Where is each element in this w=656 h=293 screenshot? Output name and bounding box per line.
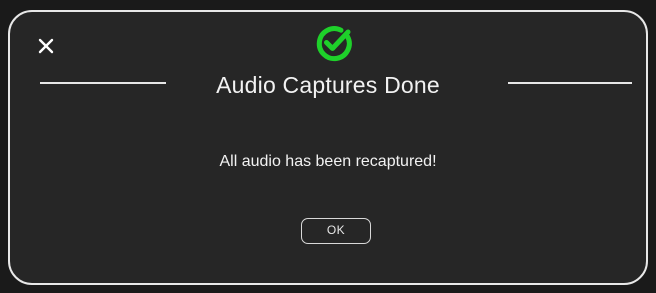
audio-captures-done-dialog: Audio Captures Done All audio has been r… — [8, 10, 648, 285]
title-divider-right — [508, 82, 632, 84]
check-circle-icon — [314, 23, 354, 63]
dialog-message: All audio has been recaptured! — [219, 153, 437, 170]
close-button[interactable] — [34, 34, 58, 58]
dialog-title: Audio Captures Done — [216, 72, 440, 98]
ok-button[interactable]: OK — [301, 218, 371, 244]
close-icon — [38, 38, 54, 54]
